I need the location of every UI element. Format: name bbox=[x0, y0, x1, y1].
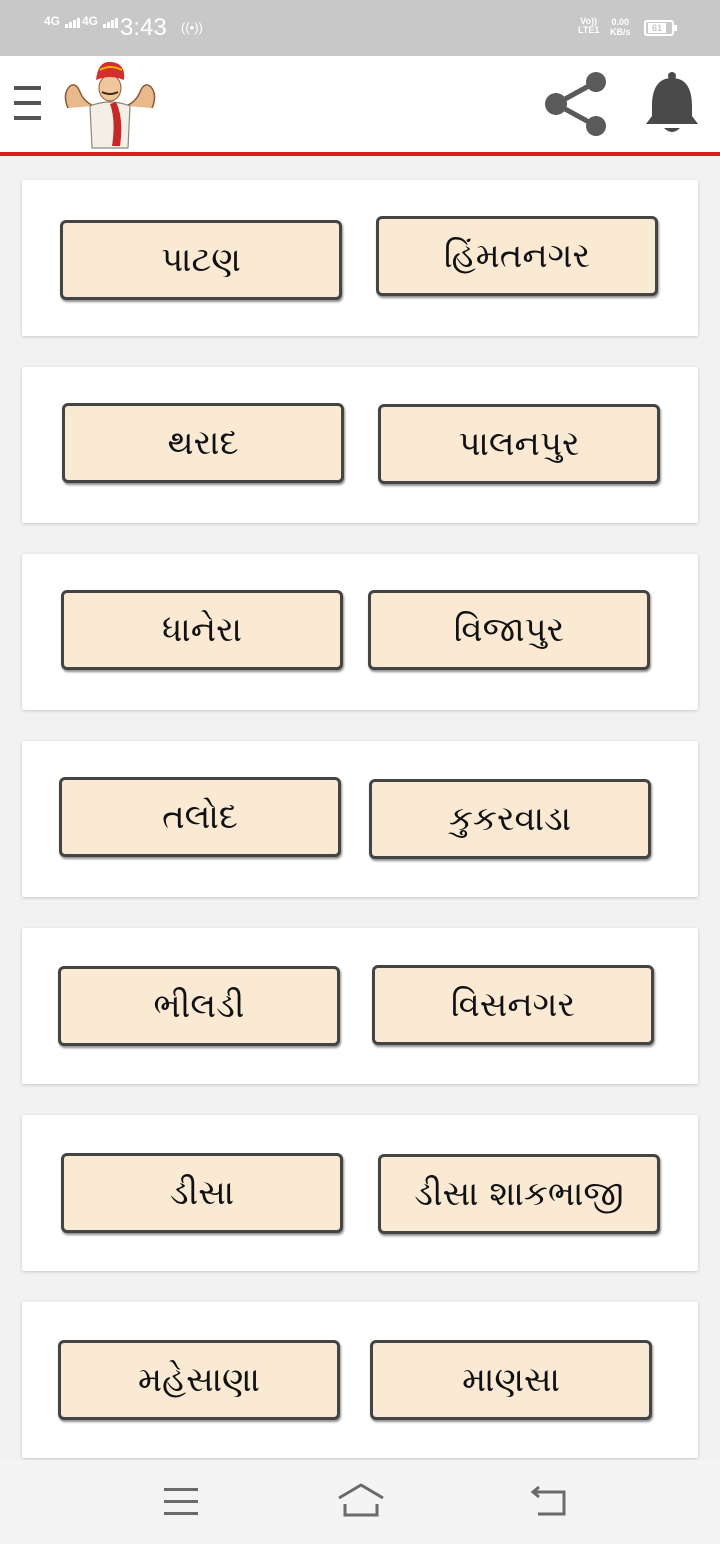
card-row-1: પાટણ હિંમતનગર bbox=[22, 180, 698, 336]
bell-icon[interactable] bbox=[640, 70, 704, 136]
card-row-5: ભીલડી વિસનગર bbox=[22, 928, 698, 1084]
signal-sim2: 4G bbox=[82, 14, 119, 28]
network-type-sim2: 4G bbox=[82, 14, 99, 28]
volte-indicator: Vo)) LTE1 bbox=[578, 17, 599, 35]
market-button-kukarvada[interactable]: કુકરવાડા bbox=[369, 779, 651, 859]
network-speed: 0.00 KB/s bbox=[610, 17, 631, 37]
market-button-vijapur[interactable]: વિજાપુર bbox=[368, 590, 650, 670]
clock: 3:43 bbox=[120, 14, 167, 41]
card-row-4: તલોદ કુકરવાડા bbox=[22, 741, 698, 897]
signal-sim1: 4G bbox=[44, 14, 81, 28]
lte-label: LTE1 bbox=[578, 25, 600, 35]
speed-value: 0.00 bbox=[611, 17, 630, 27]
card-row-6: ડીસા ડીસા શાકભાજી bbox=[22, 1115, 698, 1271]
status-bar: 4G 4G 3:43 ((•)) Vo)) LTE1 0.00 KB/s 61 bbox=[0, 0, 720, 56]
speed-unit: KB/s bbox=[610, 27, 631, 37]
signal-bars-icon bbox=[103, 14, 119, 28]
market-button-himmatnagar[interactable]: હિંમતનગર bbox=[376, 216, 658, 296]
market-button-dhanera[interactable]: ધાનેરા bbox=[61, 590, 343, 670]
card-row-3: ધાનેરા વિજાપુર bbox=[22, 554, 698, 710]
market-button-visnagar[interactable]: વિસનગર bbox=[372, 965, 654, 1045]
market-button-deesa[interactable]: ડીસા bbox=[61, 1153, 343, 1233]
market-button-deesa-vegetables[interactable]: ડીસા શાકભાજી bbox=[378, 1154, 660, 1234]
network-type-sim1: 4G bbox=[44, 14, 61, 28]
card-row-2: થરાદ પાલનપુર bbox=[22, 367, 698, 523]
market-button-tharad[interactable]: થરાદ bbox=[62, 403, 344, 483]
share-icon[interactable] bbox=[540, 68, 612, 140]
content-list: પાટણ હિંમતનગર થરાદ પાલનપુર ધાનેરા વિજાપુ… bbox=[0, 156, 720, 1460]
card-row-7: મહેસાણા માણસા bbox=[22, 1302, 698, 1458]
logo bbox=[64, 61, 156, 149]
battery-level: 61 bbox=[648, 23, 666, 33]
market-button-bhildi[interactable]: ભીલડી bbox=[58, 966, 340, 1046]
hamburger-icon[interactable] bbox=[14, 86, 42, 122]
market-button-patan[interactable]: પાટણ bbox=[60, 220, 342, 300]
hotspot-icon: ((•)) bbox=[181, 20, 203, 35]
home-icon[interactable] bbox=[336, 1482, 386, 1518]
battery-icon: 61 bbox=[644, 20, 677, 36]
market-button-palanpur[interactable]: પાલનપુર bbox=[378, 404, 660, 484]
system-nav-bar bbox=[0, 1460, 720, 1544]
recent-apps-icon[interactable] bbox=[164, 1488, 198, 1516]
market-button-talod[interactable]: તલોદ bbox=[59, 777, 341, 857]
app-bar bbox=[0, 56, 720, 156]
market-button-mehsana[interactable]: મહેસાણા bbox=[58, 1340, 340, 1420]
back-icon[interactable] bbox=[530, 1486, 568, 1518]
signal-bars-icon bbox=[65, 14, 81, 28]
market-button-mansa[interactable]: માણસા bbox=[370, 1340, 652, 1420]
